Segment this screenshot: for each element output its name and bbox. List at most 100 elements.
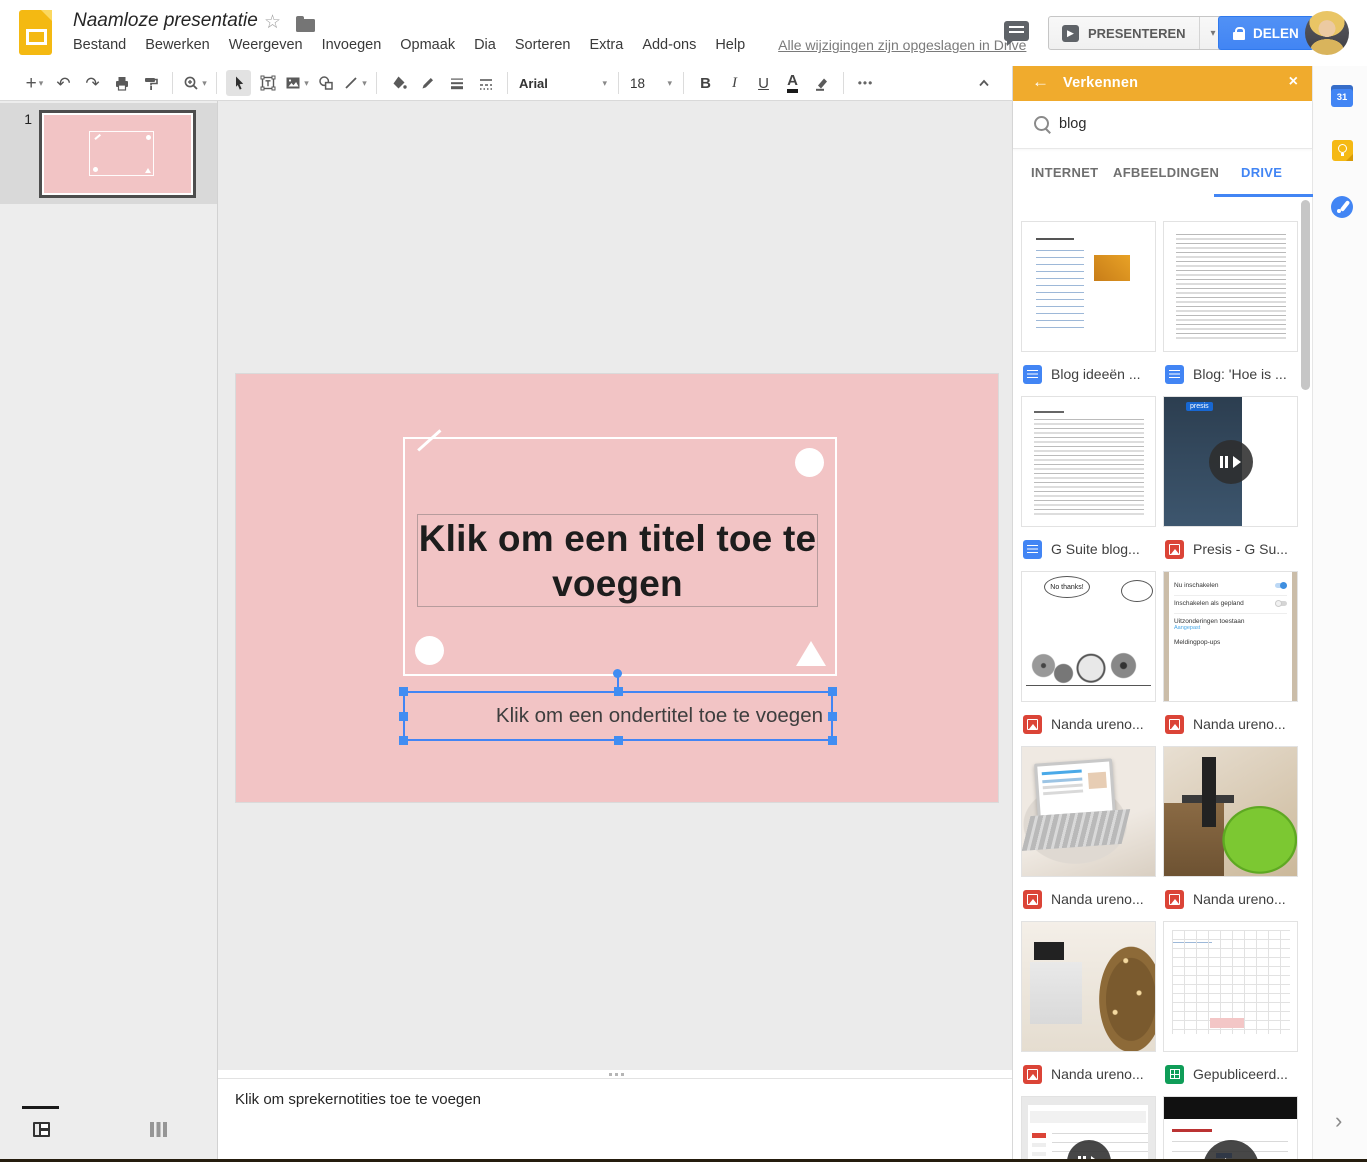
paint-format-button[interactable] [138, 70, 163, 96]
redo-button[interactable]: ↷ [80, 70, 105, 96]
resize-handle-n[interactable] [614, 687, 623, 696]
saved-status-link[interactable]: Alle wijzigingen zijn opgeslagen in Driv… [778, 37, 1026, 53]
highlight-button[interactable] [809, 70, 834, 96]
result-thumbnail-phone[interactable]: Nu inschakelen Inschakelen als gepland U… [1163, 571, 1298, 702]
menu-opmaak[interactable]: Opmaak [400, 37, 455, 53]
keep-icon[interactable] [1332, 140, 1353, 161]
share-button[interactable]: DELEN [1218, 16, 1314, 50]
menu-help[interactable]: Help [715, 37, 745, 53]
bold-button[interactable]: B [693, 70, 718, 96]
menu-addons[interactable]: Add-ons [642, 37, 696, 53]
deco-line-shape [417, 429, 441, 451]
collapse-toolbar-button[interactable] [971, 70, 996, 96]
zoom-button[interactable]: ▾ [182, 70, 207, 96]
result-item[interactable] [1163, 1096, 1298, 1162]
result-item[interactable]: presis Presis - G Su... [1163, 396, 1298, 571]
menu-bestand[interactable]: Bestand [73, 37, 126, 53]
underline-button[interactable]: U [751, 70, 776, 96]
italic-button[interactable]: I [722, 70, 747, 96]
result-thumbnail-spreadsheet[interactable] [1163, 921, 1298, 1052]
menu-sorteren[interactable]: Sorteren [515, 37, 571, 53]
title-placeholder[interactable]: Klik om een titel toe te voegen [417, 514, 818, 607]
folder-icon[interactable] [296, 19, 315, 32]
undo-button[interactable]: ↶ [51, 70, 76, 96]
result-item[interactable]: Nanda ureno... [1021, 746, 1156, 921]
resize-handle-e[interactable] [828, 712, 837, 721]
slides-logo-icon[interactable] [19, 10, 52, 55]
line-tool-button[interactable]: ▾ [342, 70, 367, 96]
menu-dia[interactable]: Dia [474, 37, 496, 53]
line-dash-button[interactable] [473, 70, 498, 96]
explore-scrollbar[interactable] [1301, 200, 1310, 390]
result-thumbnail-photo[interactable] [1021, 921, 1156, 1052]
shape-button[interactable] [313, 70, 338, 96]
menu-bewerken[interactable]: Bewerken [145, 37, 209, 53]
result-thumbnail-video[interactable]: presis [1163, 396, 1298, 527]
result-item[interactable] [1021, 1096, 1156, 1162]
menu-extra[interactable]: Extra [589, 37, 623, 53]
result-item[interactable]: Nu inschakelen Inschakelen als gepland U… [1163, 571, 1298, 746]
notes-resize-handle[interactable] [218, 1070, 1012, 1079]
resize-handle-se[interactable] [828, 736, 837, 745]
result-thumbnail-photo[interactable] [1163, 746, 1298, 877]
search-input[interactable]: blog [1059, 116, 1086, 132]
tab-internet[interactable]: INTERNET [1031, 165, 1098, 180]
tasks-icon[interactable] [1331, 196, 1353, 218]
text-color-button[interactable]: A [780, 70, 805, 96]
slide-editing-area[interactable]: Klik om een titel toe te voegen Klik om … [236, 374, 998, 802]
result-item[interactable]: Blog ideeën ... [1021, 221, 1156, 396]
insert-image-button[interactable]: ▾ [284, 70, 309, 96]
result-item[interactable]: G Suite blog... [1021, 396, 1156, 571]
account-avatar[interactable] [1305, 11, 1349, 55]
back-icon[interactable]: ← [1032, 72, 1049, 92]
slide-thumbnail-row[interactable]: 1 [0, 103, 217, 204]
resize-handle-w[interactable] [399, 712, 408, 721]
new-slide-button[interactable]: + ▾ [22, 70, 47, 96]
more-options-button[interactable]: ••• [853, 70, 878, 96]
font-size-select[interactable]: 18 ▾ [626, 70, 676, 96]
font-family-select[interactable]: Arial ▾ [515, 70, 611, 96]
tab-afbeeldingen[interactable]: AFBEELDINGEN [1113, 165, 1219, 180]
result-item[interactable]: Blog: 'Hoe is ... [1163, 221, 1298, 396]
result-thumbnail-doc[interactable] [1021, 396, 1156, 527]
speaker-notes-area[interactable]: Klik om sprekernotities toe te voegen [218, 1079, 1012, 1159]
slide-canvas[interactable]: Klik om een titel toe te voegen Klik om … [218, 101, 1012, 1070]
filmstrip-view-icon[interactable] [33, 1122, 50, 1137]
comments-icon[interactable] [1004, 21, 1029, 41]
result-item[interactable]: Nanda ureno... [1021, 921, 1156, 1096]
text-box-button[interactable] [255, 70, 280, 96]
subtitle-placeholder-selected[interactable]: Klik om een ondertitel toe te voegen [403, 691, 833, 741]
grid-view-icon[interactable] [150, 1122, 167, 1137]
fill-color-button[interactable] [386, 70, 411, 96]
slide-thumbnail[interactable] [39, 110, 196, 198]
result-thumbnail-cartoon[interactable]: No thanks! [1021, 571, 1156, 702]
result-thumbnail-video[interactable] [1163, 1096, 1298, 1162]
present-button[interactable]: ▶ PRESENTEREN [1049, 17, 1199, 49]
select-tool-button[interactable] [226, 70, 251, 96]
chevron-right-icon[interactable]: › [1335, 1108, 1342, 1134]
result-thumbnail-photo[interactable] [1021, 746, 1156, 877]
result-thumbnail-video[interactable] [1021, 1096, 1156, 1162]
result-thumbnail-doc[interactable] [1163, 221, 1298, 352]
explore-search-bar[interactable]: blog [1013, 101, 1312, 149]
calendar-icon[interactable]: 31 [1331, 85, 1353, 107]
play-overlay-icon[interactable] [1209, 440, 1253, 484]
result-item[interactable]: No thanks! Nanda ureno... [1021, 571, 1156, 746]
rotation-handle[interactable] [613, 669, 622, 678]
border-color-button[interactable] [415, 70, 440, 96]
menu-weergeven[interactable]: Weergeven [229, 37, 303, 53]
resize-handle-sw[interactable] [399, 736, 408, 745]
document-title[interactable]: Naamloze presentatie [73, 10, 258, 32]
result-item[interactable]: Gepubliceerd... [1163, 921, 1298, 1096]
menu-invoegen[interactable]: Invoegen [322, 37, 382, 53]
resize-handle-s[interactable] [614, 736, 623, 745]
line-weight-button[interactable] [444, 70, 469, 96]
close-icon[interactable]: × [1289, 73, 1298, 91]
resize-handle-nw[interactable] [399, 687, 408, 696]
tab-drive[interactable]: DRIVE [1241, 165, 1282, 180]
result-item[interactable]: Nanda ureno... [1163, 746, 1298, 921]
result-thumbnail-doc[interactable] [1021, 221, 1156, 352]
print-button[interactable] [109, 70, 134, 96]
resize-handle-ne[interactable] [828, 687, 837, 696]
star-icon[interactable]: ☆ [264, 11, 281, 34]
